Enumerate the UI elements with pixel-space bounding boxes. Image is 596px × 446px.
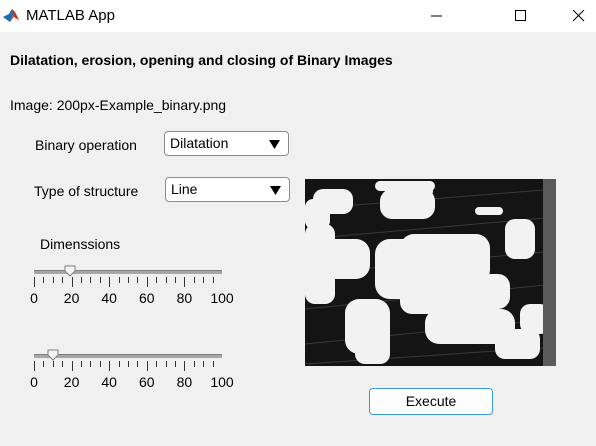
caret-down-icon [269, 140, 280, 149]
binary-image-preview [305, 179, 556, 366]
tick-label: 100 [210, 290, 234, 306]
tick-label: 60 [139, 290, 155, 306]
tick-label: 20 [63, 290, 80, 306]
slider-ticks [34, 277, 214, 287]
tick-label: 0 [30, 374, 38, 390]
binary-operation-value: Dilatation [170, 135, 229, 151]
minimize-icon [431, 15, 442, 17]
slider-thumb[interactable] [64, 265, 76, 277]
dimensions-label: Dimenssions [40, 236, 121, 252]
slider-track[interactable] [34, 354, 222, 358]
dimension-slider-2[interactable]: 0 20 40 60 80 100 [30, 347, 234, 397]
maximize-button[interactable] [498, 0, 544, 32]
tick-label: 20 [63, 374, 80, 390]
matlab-logo-icon [3, 9, 19, 22]
tick-label: 40 [101, 290, 117, 306]
caret-down-icon [270, 186, 281, 195]
close-icon [573, 10, 585, 22]
slider-track[interactable] [34, 270, 222, 274]
image-filename-label: Image: 200px-Example_binary.png [10, 97, 227, 113]
binary-operation-label: Binary operation [35, 137, 137, 153]
tick-label: 60 [139, 374, 155, 390]
slider-ticks [34, 361, 214, 371]
tick-label: 40 [101, 374, 117, 390]
slider-thumb[interactable] [47, 349, 59, 361]
tick-label: 0 [30, 290, 38, 306]
dimension-slider-1[interactable]: 0 20 40 60 80 100 [30, 263, 234, 313]
structure-type-label: Type of structure [34, 183, 139, 199]
tick-label: 100 [210, 374, 234, 390]
window-title: MATLAB App [26, 7, 115, 24]
structure-type-value: Line [171, 181, 198, 197]
tick-label: 80 [176, 290, 193, 306]
minimize-button[interactable] [414, 0, 460, 32]
title-bar: MATLAB App [0, 0, 596, 32]
maximize-icon [515, 10, 526, 21]
tick-label: 80 [176, 374, 193, 390]
execute-button[interactable]: Execute [369, 388, 493, 415]
structure-type-dropdown[interactable]: Line [165, 177, 290, 202]
binary-image [305, 179, 556, 366]
close-button[interactable] [556, 0, 596, 32]
binary-operation-dropdown[interactable]: Dilatation [164, 131, 289, 156]
page-heading: Dilatation, erosion, opening and closing… [10, 52, 393, 68]
